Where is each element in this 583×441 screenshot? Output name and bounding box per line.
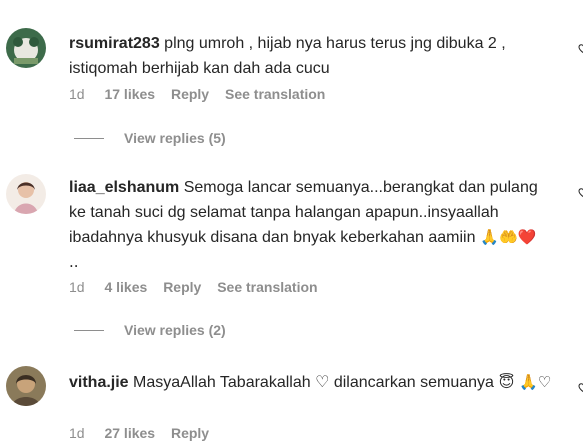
replies-divider — [74, 137, 104, 139]
replies-divider — [74, 329, 104, 331]
avatar[interactable] — [6, 366, 46, 406]
view-replies-button[interactable]: View replies (2) — [74, 322, 226, 338]
comment-likes[interactable]: 17 likes — [104, 86, 155, 102]
comment-emojis: 😇 🙏♡ — [493, 373, 552, 391]
comment-meta: 1d 17 likes Reply See translation — [69, 86, 337, 102]
like-heart-icon[interactable] — [577, 186, 583, 198]
reply-button[interactable]: Reply — [171, 86, 209, 102]
comment-meta: 1d 27 likes Reply — [69, 425, 221, 441]
comment-likes[interactable]: 4 likes — [104, 279, 147, 295]
comment-time: 1d — [69, 279, 85, 295]
comment-username[interactable]: rsumirat283 — [69, 35, 160, 52]
comment-username[interactable]: vitha.jie — [69, 374, 129, 391]
reply-button[interactable]: Reply — [171, 425, 209, 441]
comment-time: 1d — [69, 86, 85, 102]
comment-text: MasyaAllah Tabarakallah ♡ dilancarkan se… — [133, 374, 494, 391]
avatar[interactable] — [6, 28, 46, 68]
comment-body: rsumirat283 plng umroh , hijab nya harus… — [69, 31, 549, 81]
view-replies-label: View replies (5) — [124, 130, 226, 146]
see-translation-button[interactable]: See translation — [217, 279, 317, 295]
comment-meta: 1d 4 likes Reply See translation — [69, 279, 330, 295]
view-replies-button[interactable]: View replies (5) — [74, 130, 226, 146]
like-heart-icon[interactable] — [577, 381, 583, 393]
like-heart-icon[interactable] — [577, 42, 583, 54]
see-translation-button[interactable]: See translation — [225, 86, 325, 102]
reply-button[interactable]: Reply — [163, 279, 201, 295]
comment-likes[interactable]: 27 likes — [104, 425, 155, 441]
view-replies-label: View replies (2) — [124, 322, 226, 338]
comment-body: vitha.jie MasyaAllah Tabarakallah ♡ dila… — [69, 370, 559, 395]
comment-body: liaa_elshanum Semoga lancar semuanya...b… — [69, 175, 539, 275]
avatar[interactable] — [6, 174, 46, 214]
comment-username[interactable]: liaa_elshanum — [69, 179, 179, 196]
comment-time: 1d — [69, 425, 85, 441]
